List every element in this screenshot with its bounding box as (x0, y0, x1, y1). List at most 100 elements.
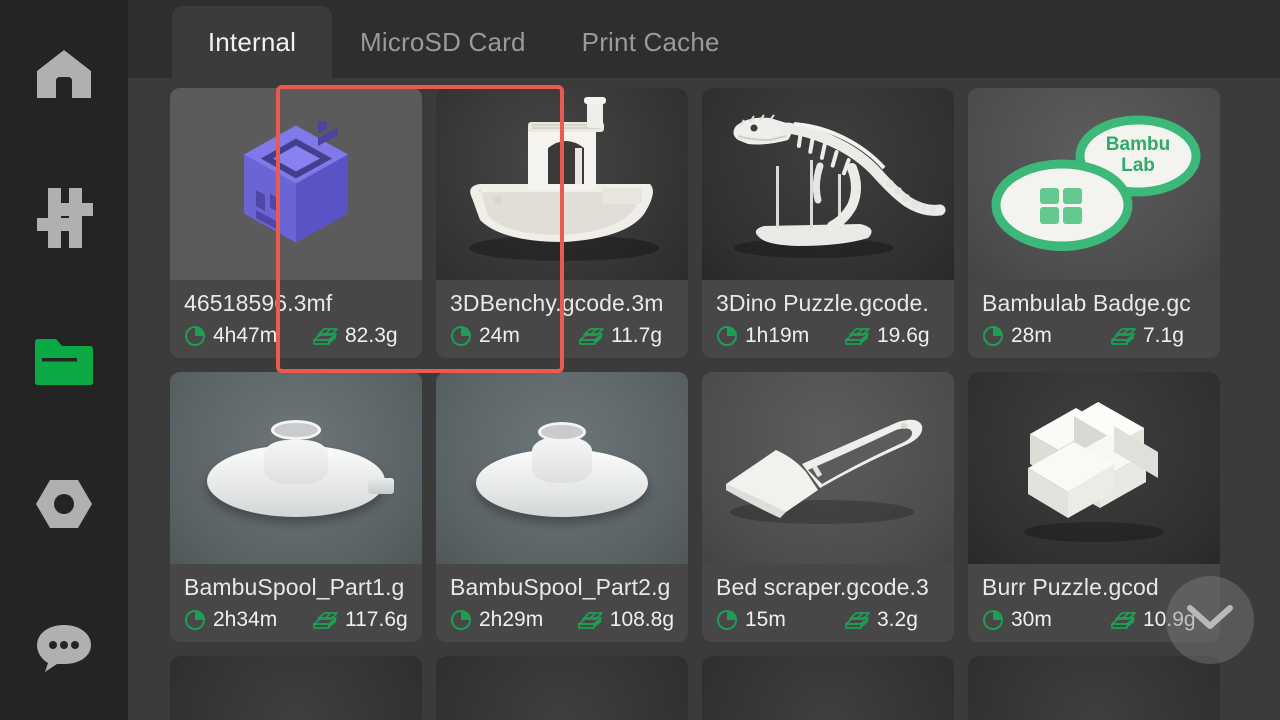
svg-text:Lab: Lab (1121, 155, 1155, 176)
file-name: 3Dino Puzzle.gcode. (716, 290, 929, 316)
print-time: 2h29m (450, 608, 577, 632)
filament-weight: 82.3g (312, 324, 398, 348)
clock-pie-icon (717, 610, 737, 630)
filament-weight-value: 117.6g (345, 608, 408, 631)
clock-pie-icon (451, 610, 471, 630)
sidebar-item-files[interactable] (0, 322, 128, 402)
file-name: Bambulab Badge.gc (982, 290, 1191, 316)
print-time: 15m (716, 608, 844, 632)
print-time-value: 2h34m (213, 608, 278, 631)
clock-pie-icon (716, 325, 738, 347)
tab-microsd-card-label: MicroSD Card (360, 26, 526, 57)
filament-weight-value: 7.1g (1143, 324, 1184, 347)
print-time-value: 2h29m (479, 608, 544, 631)
file-card[interactable] (702, 656, 954, 720)
file-card[interactable]: BambuSpool_Part1.g 2h34m 117.6g (170, 372, 422, 642)
file-card[interactable]: 3DBenchy.gcode.3m 24m 11.7g (436, 88, 688, 358)
file-thumbnail (702, 88, 954, 280)
file-thumbnail (702, 656, 954, 720)
file-name: BambuSpool_Part2.g (450, 574, 671, 600)
file-thumbnail (436, 372, 688, 564)
home-icon (35, 48, 93, 100)
filament-stack-icon (313, 612, 338, 629)
file-thumbnail (436, 88, 688, 280)
file-card[interactable]: Bambu Lab Bambulab Badge.gc 28m 7.1g (968, 88, 1220, 358)
clock-pie-icon (717, 326, 737, 346)
print-time: 24m (450, 324, 578, 348)
filament-stack-icon (844, 325, 870, 347)
file-card[interactable]: Bed scraper.gcode.3 15m 3.2g (702, 372, 954, 642)
file-meta: 3Dino Puzzle.gcode. 1h19m 19.6g (702, 280, 954, 350)
clock-pie-icon (451, 326, 471, 346)
scroll-down-button[interactable] (1166, 576, 1254, 664)
filament-weight: 108.8g (577, 608, 674, 632)
filament-weight-value: 19.6g (877, 324, 930, 347)
file-stats: 2h29m 108.8g (450, 606, 674, 634)
file-card[interactable]: 3Dino Puzzle.gcode. 1h19m 19.6g (702, 88, 954, 358)
svg-text:Bambu: Bambu (1106, 134, 1170, 155)
sidebar-item-messages[interactable] (0, 608, 128, 688)
tab-internal-label: Internal (207, 26, 297, 57)
file-thumbnail (968, 656, 1220, 720)
nut-icon (35, 478, 93, 530)
tab-internal[interactable]: Internal (172, 6, 332, 78)
sidebar-item-calibrate[interactable] (0, 464, 128, 544)
clock-pie-icon (185, 326, 205, 346)
file-thumbnail: Bambu Lab (968, 88, 1220, 280)
filament-stack-icon (313, 328, 338, 345)
file-stats: 4h47m 82.3g (184, 322, 408, 350)
file-name: Bed scraper.gcode.3 (716, 574, 929, 600)
filament-stack-icon (312, 609, 338, 631)
filament-stack-icon (579, 328, 604, 345)
filament-stack-icon (577, 609, 603, 631)
print-time: 2h34m (184, 608, 312, 632)
print-time: 1h19m (716, 324, 844, 348)
print-time: 30m (982, 608, 1110, 632)
filament-weight: 117.6g (312, 608, 408, 632)
chevron-down-icon (1187, 604, 1233, 637)
clock-pie-icon (982, 609, 1004, 631)
tab-print-cache[interactable]: Print Cache (554, 6, 748, 78)
folder-icon (33, 338, 95, 386)
file-stats: 28m 7.1g (982, 322, 1206, 350)
file-thumbnail (170, 372, 422, 564)
filament-stack-icon (1110, 609, 1136, 631)
clock-pie-icon (184, 609, 206, 631)
filament-weight: 11.7g (578, 324, 662, 348)
main-panel: Internal MicroSD Card Print Cache 465185… (128, 0, 1280, 720)
filament-weight-value: 3.2g (877, 608, 918, 631)
sliders-icon (35, 188, 93, 248)
file-meta: 46518596.3mf 4h47m 82.3g (170, 280, 422, 350)
file-grid-container[interactable]: 46518596.3mf 4h47m 82.3g 3DBenchy.gcode.… (128, 78, 1280, 720)
filament-stack-icon (1111, 328, 1136, 345)
filament-stack-icon (845, 612, 870, 629)
file-stats: 2h34m 117.6g (184, 606, 408, 634)
filament-stack-icon (1111, 612, 1136, 629)
tab-bar: Internal MicroSD Card Print Cache (128, 0, 1280, 78)
file-card[interactable] (436, 656, 688, 720)
file-card[interactable]: 46518596.3mf 4h47m 82.3g (170, 88, 422, 358)
sidebar-item-home[interactable] (0, 34, 128, 114)
file-card[interactable]: BambuSpool_Part2.g 2h29m 108.8g (436, 372, 688, 642)
file-stats: 24m 11.7g (450, 322, 674, 350)
file-card[interactable] (968, 656, 1220, 720)
file-meta: 3DBenchy.gcode.3m 24m 11.7g (436, 280, 688, 350)
filament-stack-icon (578, 325, 604, 347)
print-time: 4h47m (184, 324, 312, 348)
tab-microsd-card[interactable]: MicroSD Card (332, 6, 554, 78)
sidebar-item-control[interactable] (0, 178, 128, 258)
clock-pie-icon (983, 610, 1003, 630)
file-thumbnail (968, 372, 1220, 564)
file-thumbnail (436, 656, 688, 720)
filament-weight-value: 82.3g (345, 324, 398, 347)
filament-stack-icon (577, 612, 603, 629)
file-grid: 46518596.3mf 4h47m 82.3g 3DBenchy.gcode.… (170, 88, 1266, 720)
print-time-value: 30m (1011, 608, 1052, 631)
filament-weight: 7.1g (1110, 324, 1184, 348)
filament-stack-icon (1110, 325, 1136, 347)
chat-icon (35, 623, 93, 673)
file-name: BambuSpool_Part1.g (184, 574, 405, 600)
filament-weight: 3.2g (844, 608, 918, 632)
file-card[interactable] (170, 656, 422, 720)
clock-pie-icon (450, 609, 472, 631)
